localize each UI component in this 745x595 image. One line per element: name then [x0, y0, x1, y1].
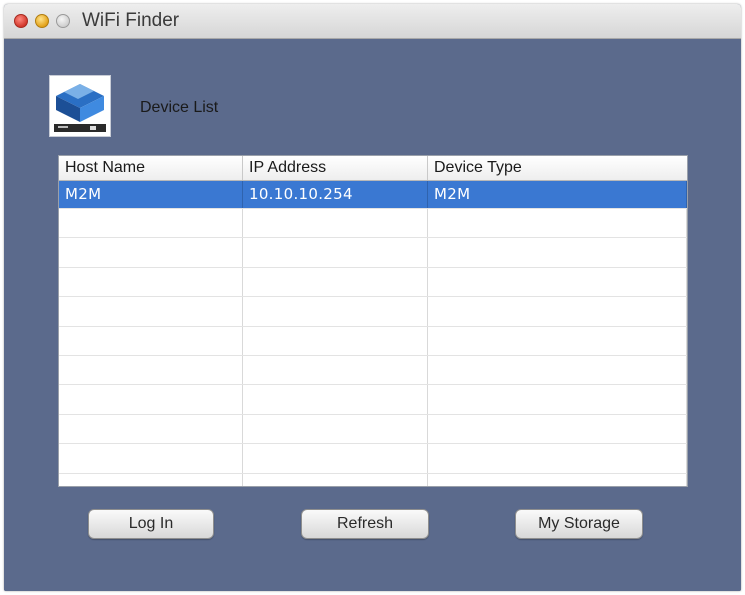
empty-cell: [59, 297, 243, 326]
empty-cell: [428, 209, 687, 238]
table-row-empty[interactable]: [59, 414, 687, 445]
empty-cell: [59, 238, 243, 267]
table-row-empty[interactable]: [59, 209, 687, 239]
empty-cell: [59, 444, 243, 473]
empty-cell: [428, 355, 687, 385]
table-row-empty[interactable]: [59, 326, 687, 356]
minimize-button[interactable]: [35, 14, 49, 28]
close-button[interactable]: [14, 14, 28, 28]
refresh-button[interactable]: Refresh: [301, 509, 429, 539]
empty-cell: [59, 385, 243, 414]
empty-cell: [59, 209, 243, 238]
empty-cell: [428, 238, 687, 267]
cell-host-name: M2M: [59, 181, 243, 208]
empty-cell: [428, 267, 687, 297]
wifi-finder-logo-icon: [49, 75, 111, 137]
empty-cell: [243, 209, 428, 238]
app-window: WiFi Finder Device List Host Name IP Add…: [4, 4, 741, 591]
table-row-empty[interactable]: [59, 267, 687, 298]
empty-cell: [428, 444, 687, 473]
empty-cell: [243, 444, 428, 473]
empty-cell: [428, 326, 687, 355]
empty-cell: [428, 414, 687, 444]
empty-cell: [243, 326, 428, 355]
column-header-host-name[interactable]: Host Name: [59, 156, 243, 180]
empty-cell: [59, 355, 243, 385]
device-table: Host Name IP Address Device Type M2M 10.…: [58, 155, 688, 487]
table-row-empty[interactable]: [59, 355, 687, 386]
window-title: WiFi Finder: [82, 10, 180, 31]
title-bar: WiFi Finder: [4, 4, 741, 39]
empty-cell: [243, 238, 428, 267]
empty-cell: [428, 297, 687, 326]
table-row-empty[interactable]: [59, 238, 687, 268]
log-in-button[interactable]: Log In: [88, 509, 214, 539]
table-row-empty[interactable]: [59, 473, 687, 486]
empty-cell: [243, 267, 428, 297]
logo-graphic: [54, 84, 106, 132]
column-header-ip-address[interactable]: IP Address: [243, 156, 428, 180]
empty-cell: [243, 473, 428, 486]
table-row-empty[interactable]: [59, 385, 687, 415]
empty-cell: [59, 326, 243, 355]
zoom-button[interactable]: [56, 14, 70, 28]
main-content: Device List Host Name IP Address Device …: [4, 39, 741, 591]
empty-cell: [59, 473, 243, 486]
table-row-empty[interactable]: [59, 444, 687, 474]
cell-device-type: M2M: [428, 181, 687, 208]
empty-cell: [243, 355, 428, 385]
my-storage-button[interactable]: My Storage: [515, 509, 643, 539]
empty-cell: [59, 267, 243, 297]
table-header: Host Name IP Address Device Type: [59, 156, 687, 181]
empty-cell: [428, 385, 687, 414]
empty-cell: [59, 414, 243, 444]
cell-ip-address: 10.10.10.254: [243, 181, 428, 208]
empty-cell: [243, 385, 428, 414]
device-list-label: Device List: [140, 99, 219, 116]
empty-cell: [428, 473, 687, 486]
table-row[interactable]: M2M 10.10.10.254 M2M: [59, 181, 687, 209]
empty-cell: [243, 297, 428, 326]
column-header-device-type[interactable]: Device Type: [428, 156, 687, 180]
empty-cell: [243, 414, 428, 444]
table-row-empty[interactable]: [59, 297, 687, 327]
